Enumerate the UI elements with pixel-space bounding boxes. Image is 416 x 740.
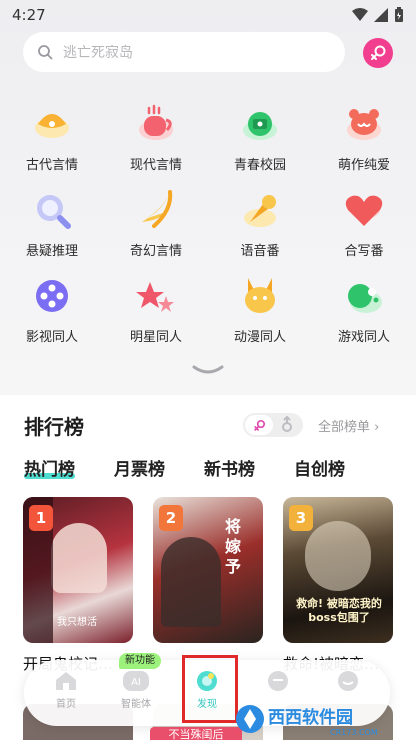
rank-badge: 3: [289, 505, 313, 531]
category-celebrity-fanfic[interactable]: 明星同人: [106, 274, 206, 345]
search-input[interactable]: 逃亡死寂岛: [23, 32, 345, 72]
category-game-fanfic[interactable]: 游戏同人: [314, 274, 414, 345]
status-bar: 4:27: [0, 0, 416, 30]
bear-icon: [347, 109, 381, 140]
category-audio[interactable]: 语音番: [210, 188, 310, 259]
category-label: 合写番: [344, 244, 384, 259]
nav-label: 首页: [56, 699, 76, 710]
bottom-tag: 不当殊闺后: [150, 727, 242, 740]
watermark-logo: 西西软件园 CR173.COM: [236, 705, 378, 737]
cover-text: 救命! 被暗恋我的boss包围了: [296, 597, 382, 624]
cover-figure: [51, 523, 107, 593]
female-option[interactable]: [245, 415, 273, 435]
category-label: 影视同人: [25, 330, 78, 345]
category-label: 动漫同人: [233, 330, 286, 345]
ranking-title: 排行榜: [24, 415, 84, 439]
new-feature-badge: 新功能: [119, 653, 161, 669]
ranking-tabs: 热门榜 月票榜 新书榜 自创榜: [24, 455, 394, 483]
microphone-icon: [244, 195, 276, 227]
watermark-subtext: CR173.COM: [330, 728, 378, 737]
nav-profile[interactable]: [320, 670, 376, 695]
category-fantasy-romance[interactable]: 奇幻言情: [106, 188, 206, 259]
film-reel-icon: [36, 280, 68, 312]
cover-figure: [161, 537, 221, 627]
bookshelf-icon: [268, 671, 288, 691]
wifi-icon: [352, 8, 368, 21]
watermark-text: 西西软件园: [268, 707, 353, 728]
status-icons: [352, 7, 404, 23]
status-time: 4:27: [12, 6, 46, 24]
svg-text:AI: AI: [131, 677, 141, 688]
category-anime-fanfic[interactable]: 动漫同人: [210, 274, 310, 345]
ranking-gender-toggle[interactable]: [243, 413, 303, 437]
stars-icon: [136, 282, 174, 312]
category-label: 语音番: [240, 244, 280, 259]
category-co-write[interactable]: 合写番: [314, 188, 414, 259]
signal-icon: [374, 8, 388, 22]
female-toggle-button[interactable]: [363, 38, 393, 68]
book-cover-2[interactable]: 将嫁予 2: [153, 497, 263, 643]
school-bell-icon: [243, 112, 277, 140]
search-icon: [38, 45, 53, 60]
category-label: 悬疑推理: [25, 244, 78, 259]
magnifier-icon: [37, 195, 71, 229]
coffee-cup-icon: [139, 104, 173, 140]
nav-bookshelf[interactable]: [250, 670, 306, 695]
category-label: 青春校园: [233, 158, 286, 173]
ranking-header: 排行榜 全部榜单 ›: [24, 411, 394, 441]
female-symbol-icon: [253, 419, 265, 431]
search-placeholder: 逃亡死寂岛: [63, 45, 133, 61]
book-cover-3[interactable]: 救命! 被暗恋我的boss包围了 3: [283, 497, 393, 643]
expand-chevron-icon[interactable]: [190, 363, 226, 377]
tab-original[interactable]: 自创榜: [294, 455, 345, 480]
tab-hot[interactable]: 热门榜: [24, 455, 75, 480]
cover-text: 我只想活: [57, 617, 97, 628]
fan-icon: [35, 114, 69, 138]
category-label: 奇幻言情: [129, 244, 182, 259]
pikachu-icon: [245, 278, 275, 313]
category-cute-bl[interactable]: 萌作纯爱: [314, 102, 414, 173]
rank-badge: 2: [159, 505, 183, 531]
battery-icon: [395, 7, 403, 22]
cover-text: 将嫁予: [225, 517, 242, 576]
nav-agent[interactable]: AI 智能体: [108, 670, 164, 710]
book-cover-1[interactable]: 我只想活 1: [23, 497, 133, 643]
wing-icon: [142, 190, 173, 228]
all-lists-link[interactable]: 全部榜单 ›: [318, 416, 379, 435]
category-modern-romance[interactable]: 现代言情: [106, 102, 206, 173]
nav-home[interactable]: 首页: [38, 670, 94, 710]
home-icon: [56, 672, 76, 690]
ai-icon: AI: [123, 671, 149, 691]
heart-icon: [345, 195, 383, 226]
tab-new-books[interactable]: 新书榜: [204, 455, 255, 480]
cover-figure: [305, 521, 371, 591]
category-mystery[interactable]: 悬疑推理: [2, 188, 102, 259]
rank-badge: 1: [29, 505, 53, 531]
category-label: 明星同人: [129, 330, 182, 345]
category-film-fanfic[interactable]: 影视同人: [2, 274, 102, 345]
male-symbol-icon[interactable]: [279, 416, 295, 434]
tab-monthly-votes[interactable]: 月票榜: [114, 455, 165, 480]
gamepad-icon: [348, 284, 382, 313]
category-label: 现代言情: [129, 158, 182, 173]
category-youth-campus[interactable]: 青春校园: [210, 102, 310, 173]
category-label: 古代言情: [25, 158, 78, 173]
female-symbol-icon: [371, 45, 386, 60]
category-ancient-romance[interactable]: 古代言情: [2, 102, 102, 173]
category-label: 萌作纯爱: [337, 158, 390, 173]
discover-highlight-box: [182, 655, 238, 723]
profile-icon: [338, 671, 358, 691]
category-label: 游戏同人: [337, 330, 390, 345]
nav-label: 智能体: [121, 699, 151, 710]
